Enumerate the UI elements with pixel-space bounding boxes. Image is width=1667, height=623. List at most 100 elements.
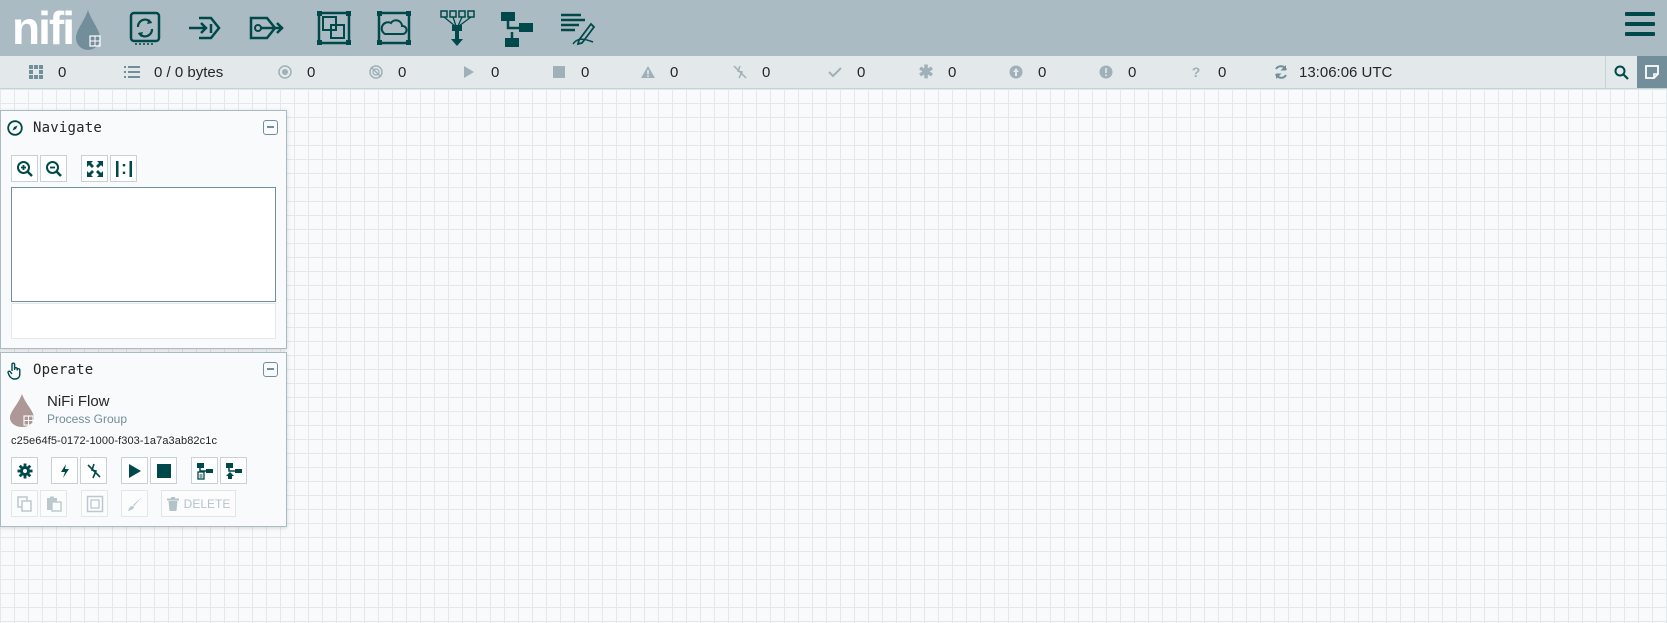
status-stale: 0 [1008, 56, 1046, 88]
status-stopped: 0 [551, 56, 589, 88]
process-group-icon [317, 11, 351, 45]
stop-button[interactable] [150, 457, 177, 484]
process-group-button[interactable] [314, 8, 354, 48]
actual-size-icon [115, 160, 132, 177]
delete-button[interactable]: DELETE [161, 490, 236, 517]
status-transmitting: 0 [277, 56, 315, 88]
menu-bar-icon [1625, 22, 1655, 26]
play-icon [461, 64, 477, 80]
copy-button[interactable] [11, 490, 38, 517]
zoom-out-button[interactable] [40, 155, 67, 182]
asterisk-icon: ✱ [918, 61, 934, 82]
birdseye-view[interactable] [11, 187, 276, 302]
navigate-panel-header: Navigate [1, 111, 286, 145]
processor-icon [129, 11, 161, 45]
header-bar: nifi [0, 0, 1667, 56]
selected-component-type: Process Group [47, 412, 128, 426]
label-icon [561, 13, 596, 46]
start-button[interactable] [121, 457, 148, 484]
enable-button[interactable] [51, 457, 78, 484]
running-count: 0 [491, 63, 500, 81]
upload-template-button[interactable] [220, 457, 247, 484]
label-button[interactable] [557, 8, 597, 48]
stop-icon [551, 64, 567, 80]
output-port-button[interactable] [245, 8, 285, 48]
up-to-date-count: 0 [857, 63, 866, 81]
queued-value: 0 / 0 bytes [154, 63, 224, 81]
funnel-button[interactable] [437, 8, 477, 48]
status-disabled: 0 [732, 56, 770, 88]
search-button[interactable] [1605, 56, 1637, 88]
navigate-footer [11, 303, 276, 339]
bulletin-board-button[interactable] [1637, 56, 1667, 88]
gear-icon [17, 463, 32, 478]
stopped-count: 0 [581, 63, 590, 81]
status-cluster-nodes: 0 [28, 56, 66, 88]
list-icon [124, 64, 140, 80]
actual-size-button[interactable] [110, 155, 137, 182]
arrow-up-circle-icon [1008, 64, 1024, 80]
configure-button[interactable] [11, 457, 38, 484]
warning-icon [640, 64, 656, 80]
input-port-icon [189, 16, 221, 40]
refresh-icon[interactable] [1273, 64, 1289, 80]
status-queued: 0 / 0 bytes [124, 56, 223, 88]
status-locally-modified-stale: 0 [1098, 56, 1136, 88]
logo-text-fi: fi [48, 2, 75, 54]
navigate-collapse-button[interactable] [263, 120, 278, 135]
operate-panel: Operate NiFi Flow Process Group c25e64f5… [0, 352, 287, 527]
check-icon [827, 64, 843, 80]
status-refresh[interactable]: 13:06:06 UTC [1273, 56, 1392, 88]
zoom-out-icon [45, 160, 62, 177]
menu-bar-icon [1625, 12, 1655, 16]
question-icon: ? [1191, 64, 1201, 80]
template-button[interactable] [497, 8, 537, 48]
locally-modified-count: 0 [948, 63, 957, 81]
output-port-icon [249, 16, 284, 40]
process-group-drop-icon [10, 394, 34, 427]
minus-icon [267, 126, 274, 128]
exclamation-circle-icon [1098, 64, 1114, 80]
group-button[interactable] [81, 490, 108, 517]
delete-label: DELETE [183, 496, 231, 511]
paste-button[interactable] [40, 490, 67, 517]
create-template-icon [196, 462, 213, 480]
transmitting-count: 0 [307, 63, 316, 81]
compass-icon [7, 120, 23, 136]
navigate-title: Navigate [33, 120, 103, 136]
sync-failure-count: 0 [1218, 63, 1227, 81]
nifi-drop-icon [76, 10, 101, 50]
disable-button[interactable] [80, 457, 107, 484]
sticky-note-icon [1645, 65, 1659, 79]
nifi-logo: nifi [12, 5, 104, 51]
create-template-button[interactable] [191, 457, 218, 484]
transmitting-icon [277, 64, 293, 80]
expand-icon [86, 160, 103, 177]
processor-button[interactable] [125, 8, 165, 48]
bolt-icon [60, 463, 69, 478]
template-icon [501, 12, 533, 47]
cluster-icon [28, 64, 44, 80]
zoom-fit-button[interactable] [81, 155, 108, 182]
stop-icon [156, 463, 171, 478]
operate-panel-header: Operate [1, 353, 286, 387]
global-menu-button[interactable] [1625, 12, 1655, 42]
paint-brush-icon [127, 496, 142, 511]
status-locally-modified: ✱ 0 [918, 56, 956, 88]
input-port-button[interactable] [185, 8, 225, 48]
disabled-icon [732, 64, 748, 80]
zoom-in-button[interactable] [11, 155, 38, 182]
change-color-button[interactable] [121, 490, 148, 517]
last-refreshed-time: 13:06:06 UTC [1299, 63, 1393, 81]
search-icon [1614, 65, 1629, 80]
remote-process-group-button[interactable] [374, 8, 414, 48]
play-icon [128, 463, 141, 478]
funnel-icon [440, 10, 475, 46]
copy-icon [16, 495, 32, 512]
status-invalid: 0 [640, 56, 678, 88]
status-not-transmitting: 0 [368, 56, 406, 88]
hand-pointer-icon [7, 362, 23, 380]
disable-icon [86, 463, 101, 478]
operate-title: Operate [33, 362, 94, 378]
operate-collapse-button[interactable] [263, 362, 278, 377]
